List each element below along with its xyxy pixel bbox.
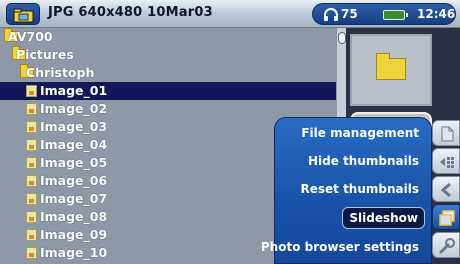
list-item[interactable]: Image_02 xyxy=(0,100,336,118)
file-icon xyxy=(441,126,454,142)
reset-icon xyxy=(440,182,451,198)
image-file-icon xyxy=(26,103,37,115)
image-file-icon xyxy=(26,193,37,205)
browser-mode-button[interactable] xyxy=(6,3,40,25)
status-bar: JPG 640x480 10Mar03 75 12:46 xyxy=(0,0,460,28)
slideshow-icon xyxy=(439,210,455,226)
thumbnail-preview xyxy=(350,34,432,106)
folder-thumbnail-icon xyxy=(376,53,406,80)
thumbnail-toggle-icon xyxy=(440,157,454,168)
volume-level: 75 xyxy=(341,7,358,21)
menu-item-reset-thumbnails[interactable]: Reset thumbnails xyxy=(295,178,426,200)
menu-item-photo-browser-settings[interactable]: Photo browser settings xyxy=(255,236,425,258)
list-item[interactable]: Christoph xyxy=(0,64,336,82)
file-info-title: JPG 640x480 10Mar03 xyxy=(48,5,213,20)
headphone-icon xyxy=(324,8,338,21)
image-file-icon xyxy=(26,247,37,259)
hide-thumbnails-tab[interactable] xyxy=(432,148,460,174)
list-item-label: Image_07 xyxy=(40,191,108,206)
image-file-icon xyxy=(26,211,37,223)
folder-browser-icon xyxy=(13,8,34,23)
image-file-icon xyxy=(26,139,37,151)
slideshow-tab[interactable] xyxy=(432,204,460,230)
list-item-label: Image_03 xyxy=(40,119,108,134)
list-item-label: Image_10 xyxy=(40,245,108,260)
file-management-tab[interactable] xyxy=(432,120,460,146)
reset-thumbnails-tab[interactable] xyxy=(432,176,460,202)
list-item-label: Image_02 xyxy=(40,101,108,116)
list-item-label: Image_01 xyxy=(40,83,108,98)
status-pill: 75 12:46 xyxy=(312,3,456,25)
list-item-label: Image_06 xyxy=(40,173,108,188)
image-file-icon xyxy=(26,85,37,97)
clock: 12:46 xyxy=(417,7,456,21)
menu-item-hide-thumbnails[interactable]: Hide thumbnails xyxy=(302,150,425,172)
list-item-label: Christoph xyxy=(26,65,95,80)
list-item-selected[interactable]: Image_01 xyxy=(0,82,336,100)
menu-item-file-management[interactable]: File management xyxy=(295,122,425,144)
image-file-icon xyxy=(26,157,37,169)
photo-browser-screen: JPG 640x480 10Mar03 75 12:46 AV700 Pictu… xyxy=(0,0,460,264)
image-file-icon xyxy=(26,121,37,133)
image-file-icon xyxy=(26,229,37,241)
settings-wrench-icon xyxy=(439,238,455,254)
context-menu: File management Hide thumbnails Reset th… xyxy=(261,117,432,264)
photo-browser-settings-tab[interactable] xyxy=(432,232,460,258)
list-item-label: Image_05 xyxy=(40,155,108,170)
list-item-label: AV700 xyxy=(8,29,53,44)
list-item[interactable]: AV700 xyxy=(0,28,336,46)
menu-item-slideshow[interactable]: Slideshow xyxy=(342,207,425,229)
list-item-label: Image_09 xyxy=(40,227,108,242)
list-item-label: Image_04 xyxy=(40,137,108,152)
image-file-icon xyxy=(26,175,37,187)
list-item-label: Pictures xyxy=(16,47,74,62)
list-item[interactable]: Pictures xyxy=(0,46,336,64)
scroll-thumb[interactable] xyxy=(338,32,346,44)
list-item-label: Image_08 xyxy=(40,209,108,224)
battery-icon xyxy=(383,10,408,20)
